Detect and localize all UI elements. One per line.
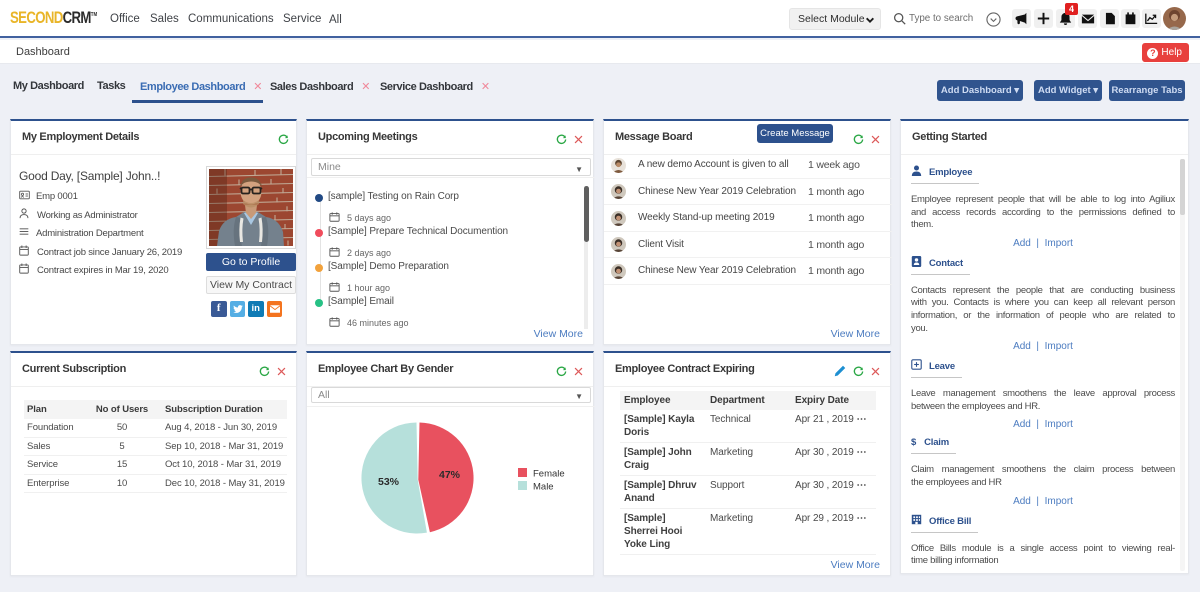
svg-text:Female: Female bbox=[533, 469, 565, 480]
svg-text:47%: 47% bbox=[439, 469, 461, 481]
svg-text:53%: 53% bbox=[378, 476, 400, 488]
svg-text:Male: Male bbox=[533, 482, 554, 493]
